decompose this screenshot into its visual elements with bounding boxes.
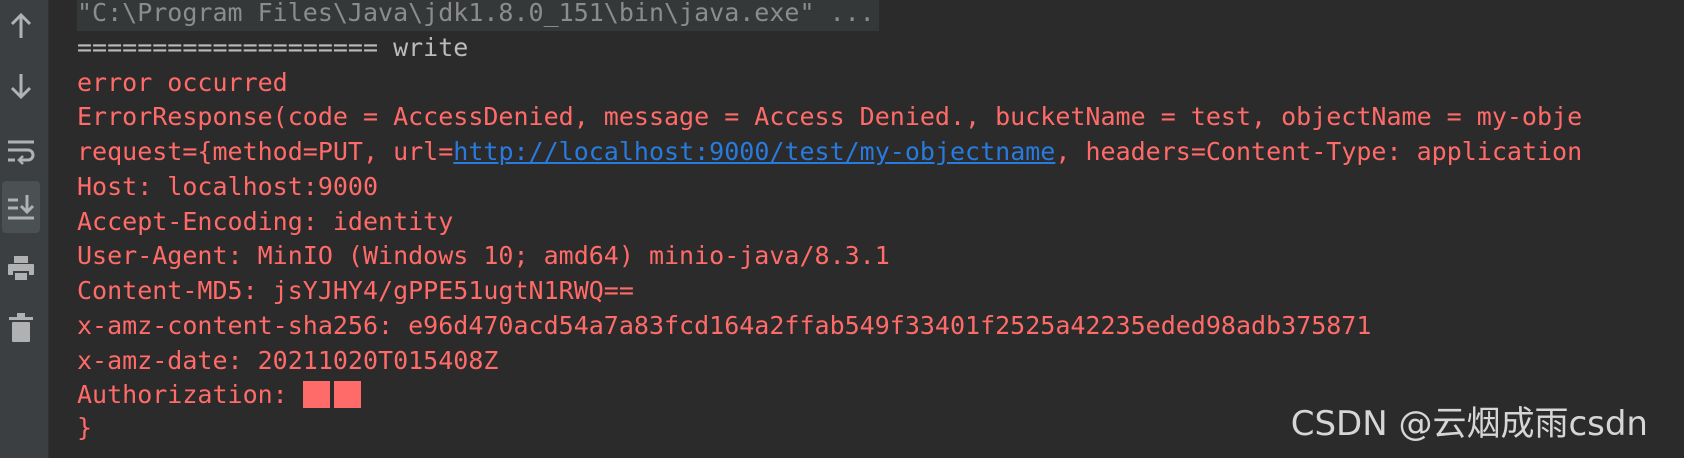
down-arrow-icon <box>10 74 32 100</box>
authorization-label: Authorization: <box>77 380 303 409</box>
separator-line: ==================== write <box>77 33 469 62</box>
print-icon <box>8 256 34 282</box>
print-button[interactable] <box>2 242 40 294</box>
redacted-block <box>302 381 330 408</box>
accept-encoding-line: Accept-Encoding: identity <box>77 207 454 236</box>
content-sha256-line: x-amz-content-sha256: e96d470acd54a7a83f… <box>77 311 1372 340</box>
error-title-line: error occurred <box>77 68 288 97</box>
soft-wrap-button[interactable] <box>2 124 40 176</box>
amz-date-line: x-amz-date: 20211020T015408Z <box>77 346 499 375</box>
console-toolbar <box>0 0 49 458</box>
host-header-line: Host: localhost:9000 <box>77 172 379 201</box>
authorization-line: Authorization: <box>77 376 365 413</box>
error-response-line: ErrorResponse(code = AccessDenied, messa… <box>77 102 1583 131</box>
command-line: "C:\Program Files\Java\jdk1.8.0_151\bin\… <box>77 0 879 31</box>
closing-brace-line: } <box>77 413 93 442</box>
watermark: CSDN @云烟成雨csdn <box>1290 404 1648 444</box>
request-prefix: request={method=PUT, url= <box>77 137 454 166</box>
scroll-to-end-icon <box>8 195 35 220</box>
scroll-to-end-button[interactable] <box>2 181 40 233</box>
scroll-down-button[interactable] <box>2 60 40 112</box>
trash-icon <box>9 313 33 342</box>
clear-all-button[interactable] <box>2 302 40 354</box>
soft-wrap-icon <box>8 140 35 165</box>
request-suffix: , headers=Content-Type: application <box>1055 137 1583 166</box>
user-agent-line: User-Agent: MinIO (Windows 10; amd64) mi… <box>77 241 890 270</box>
redacted-block <box>333 381 361 408</box>
request-line: request={method=PUT, url=http://localhos… <box>77 133 1582 170</box>
content-md5-line: Content-MD5: jsYJHY4/gPPE51ugtN1RWQ== <box>77 276 634 305</box>
up-arrow-icon <box>10 12 32 38</box>
scroll-up-button[interactable] <box>2 0 40 52</box>
console-output[interactable]: "C:\Program Files\Java\jdk1.8.0_151\bin\… <box>49 0 1684 458</box>
request-url-link[interactable]: http://localhost:9000/test/my-objectname <box>453 137 1055 166</box>
